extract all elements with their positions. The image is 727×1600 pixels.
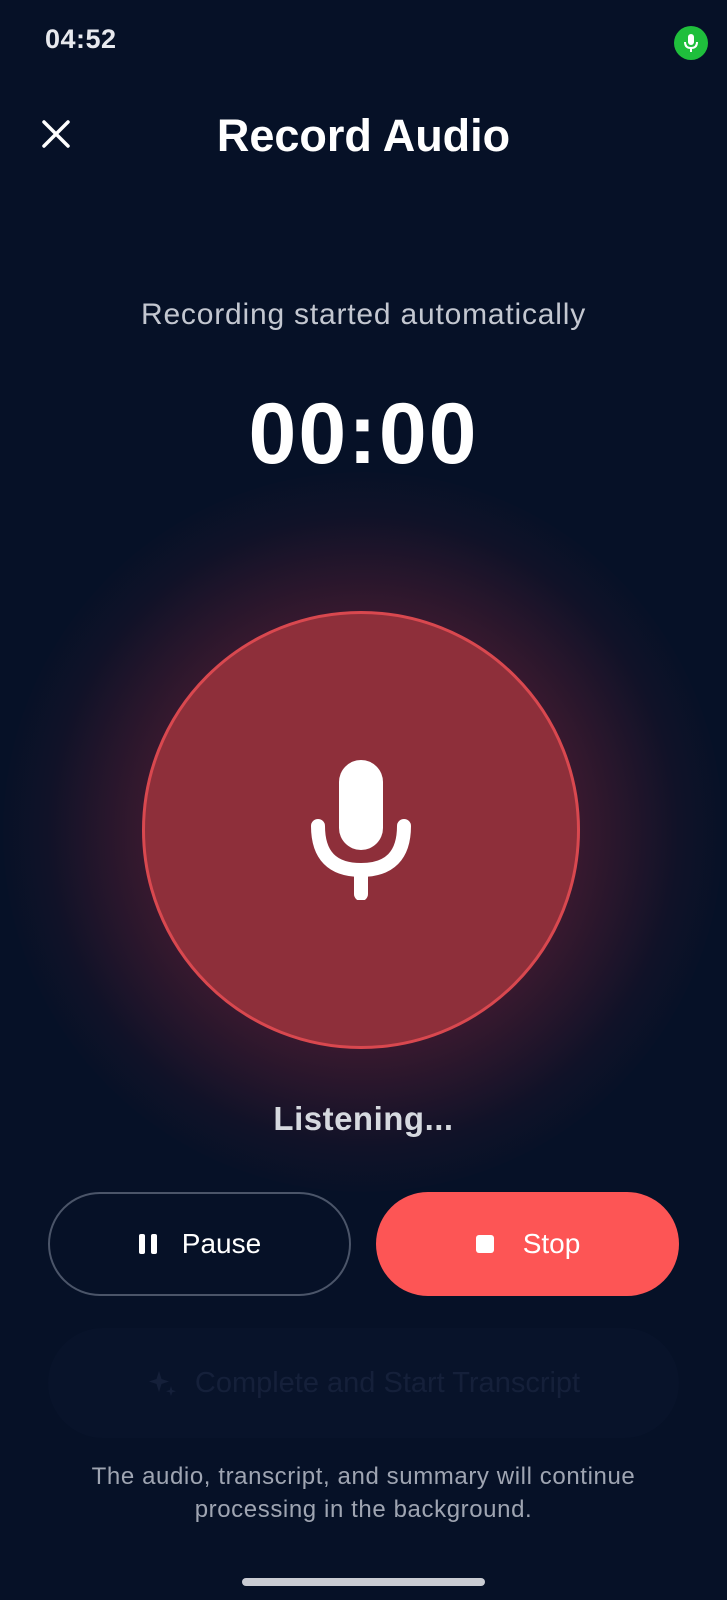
microphone-icon (311, 760, 411, 900)
stop-button-label: Stop (522, 1228, 581, 1259)
stop-icon (475, 1235, 494, 1253)
record-button[interactable] (142, 611, 580, 1049)
microphone-in-use-icon (674, 26, 708, 60)
home-indicator[interactable] (242, 1578, 485, 1586)
recording-status-text: Recording started automatically (140, 298, 586, 331)
pause-button[interactable]: Pause (48, 1192, 351, 1296)
recording-timer: 00:00 (248, 386, 479, 482)
complete-and-transcribe-button[interactable]: Complete and Start Transcript (48, 1328, 679, 1438)
complete-button-label: Complete and Start Transcript (194, 1366, 581, 1399)
record-audio-screen: 04:52 Record Audio Recording started aut… (0, 0, 727, 1600)
pause-button-label: Pause (181, 1228, 262, 1259)
stop-button[interactable]: Stop (376, 1192, 679, 1296)
page-title: Record Audio (216, 110, 511, 161)
pause-icon (138, 1234, 157, 1254)
listening-status: Listening... (273, 1100, 454, 1137)
sparkle-icon (148, 1371, 176, 1396)
background-processing-note: The audio, transcript, and summary will … (91, 1463, 636, 1523)
status-bar-time: 04:52 (45, 24, 117, 54)
